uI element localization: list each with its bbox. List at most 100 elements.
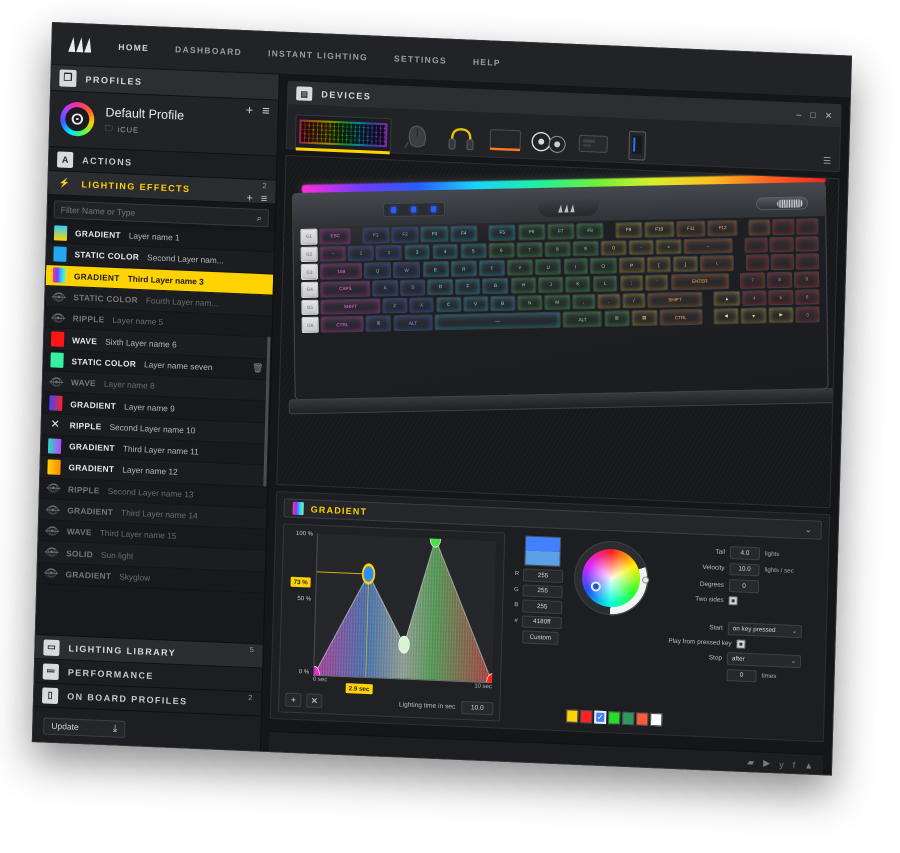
youtube-icon[interactable]: ▶ <box>763 758 770 769</box>
device-controller[interactable] <box>575 126 612 162</box>
chevron-down-icon-stop[interactable]: ⌄ <box>791 657 796 664</box>
add-layer-button[interactable]: + <box>246 192 253 204</box>
layer-type: STATIC COLOR <box>71 356 137 369</box>
b-input[interactable]: 255 <box>522 599 563 614</box>
param-velocity: Velocity 10.0 lights / sec <box>670 560 816 579</box>
twitch-icon[interactable]: ▰ <box>747 757 754 768</box>
lighting-effects-label: LIGHTING EFFECTS <box>81 178 191 194</box>
device-mouse[interactable] <box>399 119 436 155</box>
key-pgdn <box>795 253 819 270</box>
key-down: ▼ <box>740 307 767 324</box>
gradient-graph[interactable]: 100 % 50 % 0 % 73 % 0 sec 10 sec 2.9 sec <box>286 531 498 697</box>
performance-label: PERFORMANCE <box>67 666 154 681</box>
swatch-red[interactable] <box>580 709 593 724</box>
layers-menu-button[interactable]: ≡ <box>261 193 268 205</box>
key-j: J <box>538 276 564 293</box>
key-period: . <box>597 293 621 310</box>
keyboard-keys: G1 ESC F1 F2 F3 F4 F5 F6 F7 F8 F9 F10 F1… <box>300 218 820 384</box>
swatch-blue-selected[interactable] <box>594 710 607 725</box>
key-f1: F1 <box>362 227 390 244</box>
velocity-input[interactable]: 10.0 <box>729 562 760 577</box>
key-rctrl: CTRL <box>659 309 703 326</box>
add-keypoint-button[interactable]: + <box>285 692 302 708</box>
actions-label: ACTIONS <box>82 154 133 168</box>
eye-off-icon[interactable]: 👁 <box>45 523 59 539</box>
device-keyboard[interactable] <box>294 114 392 155</box>
color-wheel-cursor[interactable] <box>590 581 601 592</box>
play-from-pressed-key-checkbox[interactable] <box>736 638 746 649</box>
swatch-yellow[interactable] <box>566 709 579 723</box>
eye-off-icon[interactable]: 👁 <box>49 374 63 390</box>
eye-off-icon[interactable]: 👁 <box>52 289 66 305</box>
maximize-button[interactable]: □ <box>810 110 816 120</box>
search-icon[interactable]: ⌕ <box>257 212 262 223</box>
menu-item-home[interactable]: HOME <box>118 41 149 52</box>
y-value-badge: 73 % <box>290 576 311 588</box>
chevron-down-icon[interactable]: ⌄ <box>805 525 812 534</box>
minimize-button[interactable]: – <box>796 109 801 119</box>
degrees-input[interactable]: 0 <box>728 579 760 593</box>
eye-off-icon[interactable]: 👁 <box>45 544 59 560</box>
filter-input[interactable] <box>60 204 262 224</box>
eye-off-icon[interactable]: 👁 <box>44 566 58 582</box>
menu-item-settings[interactable]: SETTINGS <box>394 53 447 65</box>
stop-dropdown[interactable]: after ⌄ <box>726 651 802 668</box>
key-left: ◀ <box>713 308 739 325</box>
device-headset[interactable] <box>443 121 480 157</box>
swatch-white[interactable] <box>650 712 663 727</box>
devices-menu-icon[interactable]: ☰ <box>823 156 831 167</box>
profiles-title: PROFILES <box>85 73 143 87</box>
lighting-library-label: LIGHTING LIBRARY <box>68 642 177 658</box>
layer-type: GRADIENT <box>73 270 120 283</box>
close-button[interactable]: ✕ <box>825 110 833 121</box>
delete-layer-icon[interactable]: 🗑 <box>252 363 264 374</box>
custom-color-button[interactable]: Custom <box>522 630 559 645</box>
r-input[interactable]: 255 <box>522 568 564 583</box>
layer-type: SOLID <box>66 547 94 559</box>
g-input[interactable]: 255 <box>522 583 563 599</box>
start-dropdown[interactable]: on key pressed ⌄ <box>727 621 803 638</box>
layer-list[interactable]: GRADIENT Layer name 1 STATIC COLOR Second L… <box>35 222 275 644</box>
device-mousepad[interactable] <box>487 122 524 158</box>
onboard-profiles-label: ON BOARD PROFILES <box>67 690 188 706</box>
remove-keypoint-button[interactable]: ✕ <box>306 693 323 709</box>
two-sides-label: Two sides <box>695 595 724 604</box>
tail-input[interactable]: 4.0 <box>729 546 761 560</box>
menu-item-instant-lighting[interactable]: INSTANT LIGHTING <box>268 48 368 62</box>
brightness-knob[interactable] <box>641 576 650 584</box>
key-9: 9 <box>572 240 599 257</box>
update-button[interactable]: Update ⤓ <box>43 716 126 738</box>
hex-input[interactable]: 4180ff <box>521 614 562 630</box>
add-profile-button[interactable]: + <box>245 102 253 117</box>
gradient-plot-area[interactable]: 73 % <box>290 533 496 684</box>
key-comma: , <box>572 293 596 310</box>
key-f11: F11 <box>676 220 706 237</box>
eye-off-icon[interactable]: 👁 <box>46 502 60 518</box>
swatch-green[interactable] <box>608 711 621 725</box>
swatch-dark-green[interactable] <box>622 711 635 726</box>
twitter-icon[interactable]: y <box>779 759 784 769</box>
device-preview-pane[interactable]: G1 ESC F1 F2 F3 F4 F5 F6 F7 F8 F9 F10 F1… <box>276 154 840 509</box>
swatch-orange[interactable] <box>636 712 649 726</box>
chevron-down-icon-start[interactable]: ⌄ <box>792 627 797 634</box>
effect-type-chip <box>292 501 304 516</box>
menu-item-dashboard[interactable]: DASHBOARD <box>175 44 242 57</box>
param-play-from-pressed-key: Play from pressed key <box>668 636 814 651</box>
key-end <box>770 254 794 271</box>
profile-menu-button[interactable]: ≡ <box>262 103 270 118</box>
stop-value: after <box>731 654 745 663</box>
device-pc-case[interactable] <box>619 128 656 164</box>
device-cooler[interactable] <box>531 124 568 160</box>
x-value-badge: 2.9 sec <box>345 683 373 695</box>
profile-card[interactable]: + ≡ ⵙ Default Profile 🗀 iCUE <box>49 91 279 157</box>
eye-off-icon[interactable]: 👁 <box>51 310 65 326</box>
times-input[interactable]: 0 <box>726 668 757 683</box>
key-m: M <box>544 294 571 311</box>
key-0: 0 <box>600 239 627 256</box>
instagram-icon[interactable]: ▲ <box>804 760 813 770</box>
eye-off-icon[interactable]: 👁 <box>46 481 60 497</box>
two-sides-checkbox[interactable] <box>728 595 738 605</box>
facebook-icon[interactable]: f <box>793 759 796 769</box>
menu-item-help[interactable]: HELP <box>473 56 501 67</box>
lighting-time-input[interactable]: 10.0 <box>461 700 494 715</box>
